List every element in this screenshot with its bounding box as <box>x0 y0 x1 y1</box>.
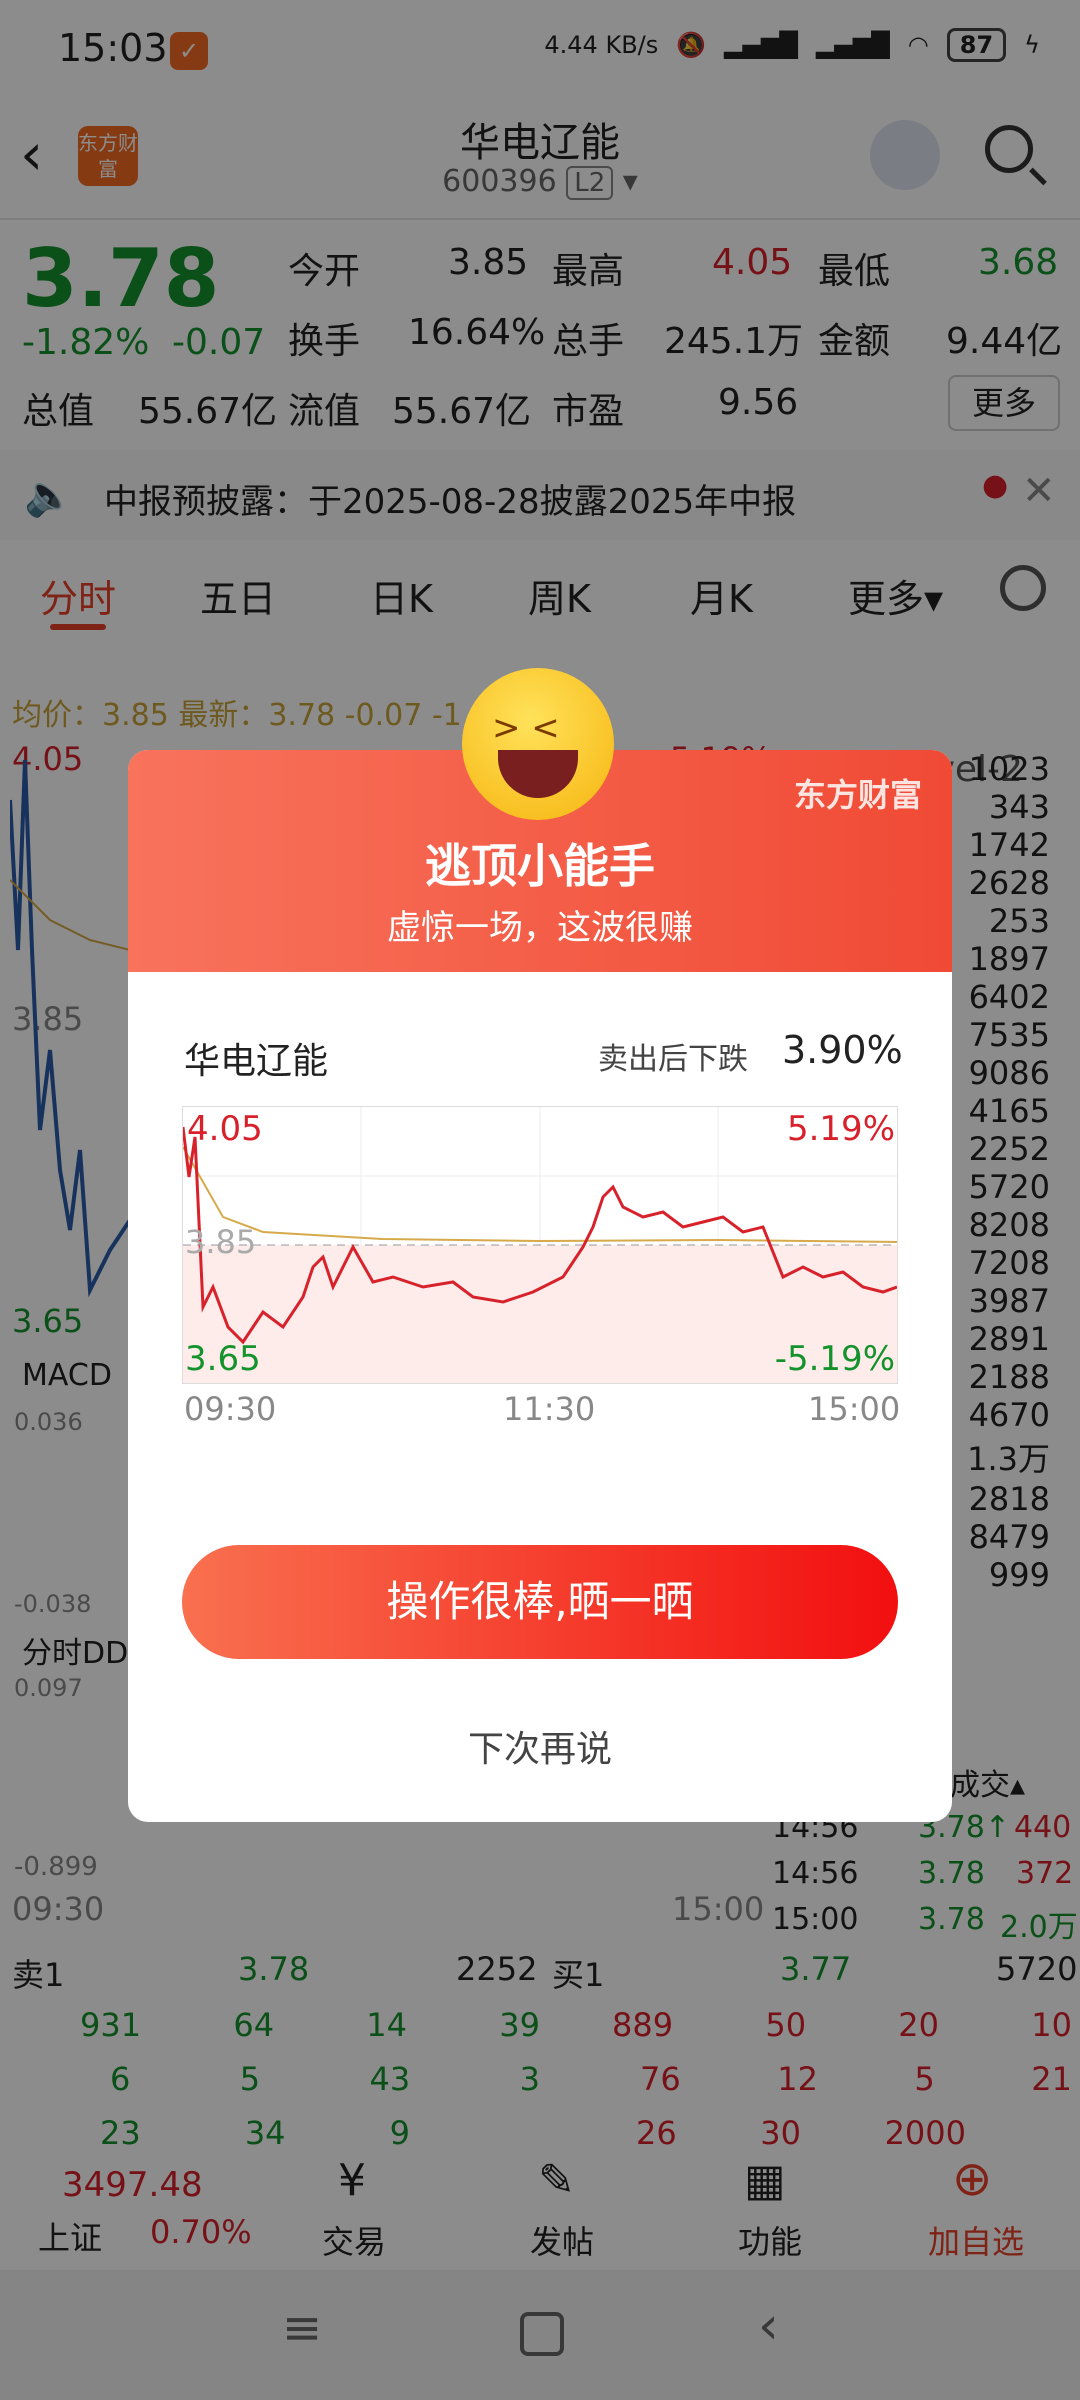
dialog-subtitle: 虚惊一场，这波很赚 <box>387 908 693 948</box>
dialog-time-mid: 11:30 <box>503 1390 596 1428</box>
dialog-chart-mid: 3.85 <box>185 1223 257 1261</box>
dialog-time-end: 15:00 <box>808 1390 901 1428</box>
achievement-dialog: 东方财富 逃顶小能手 虚惊一场，这波很赚 华电辽能 卖出后下跌 3.90% 4.… <box>128 750 952 1822</box>
dialog-chart-bottom: 3.65 <box>185 1339 261 1379</box>
dialog-time-start: 09:30 <box>184 1390 277 1428</box>
dialog-chart: 4.05 5.19% 3.85 3.65 -5.19% <box>182 1106 898 1384</box>
brand-watermark: 东方财富 <box>793 776 922 814</box>
drop-value: 3.90% <box>782 1028 903 1072</box>
laughing-emoji-icon: > < <box>462 668 614 820</box>
dialog-chart-top: 4.05 <box>187 1109 263 1149</box>
dialog-title: 逃顶小能手 <box>425 839 655 893</box>
dialog-chart-top-pct: 5.19% <box>786 1109 895 1149</box>
dialog-chart-bottom-pct: -5.19% <box>774 1339 895 1379</box>
share-button[interactable]: 操作很棒,晒一晒 <box>182 1545 898 1659</box>
dialog-stock-name: 华电辽能 <box>184 1041 329 1082</box>
dismiss-button[interactable]: 下次再说 <box>128 1720 952 1772</box>
drop-label: 卖出后下跌 <box>598 1042 748 1077</box>
